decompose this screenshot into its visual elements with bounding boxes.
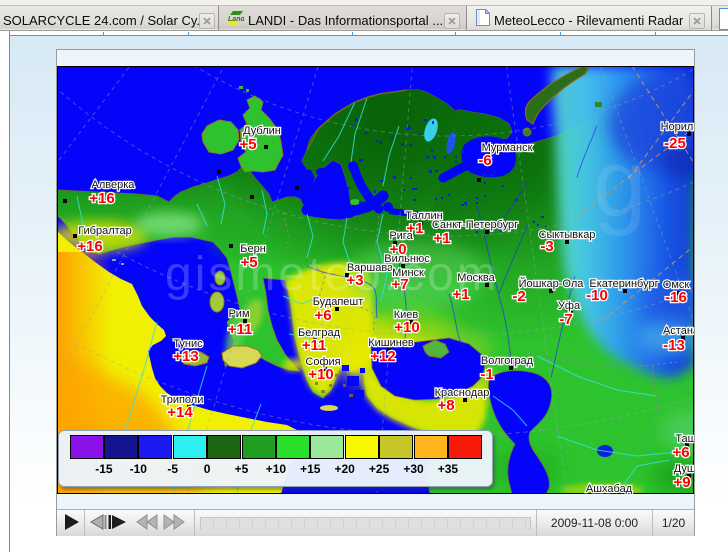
svg-text:+10: +10 <box>308 366 333 383</box>
svg-text:+5: +5 <box>239 136 256 153</box>
svg-text:-25: -25 <box>664 135 686 152</box>
svg-text:+16: +16 <box>89 190 114 207</box>
svg-text:-6: -6 <box>478 152 491 169</box>
svg-text:gismeteo.com: gismeteo.com <box>165 248 500 301</box>
svg-text:-1: -1 <box>480 366 493 383</box>
svg-text:+1: +1 <box>433 230 450 247</box>
svg-text:+10: +10 <box>394 319 419 336</box>
svg-text:+7: +7 <box>391 276 408 293</box>
svg-text:+3: +3 <box>346 272 363 289</box>
svg-text:+5: +5 <box>240 254 257 271</box>
svg-text:+11: +11 <box>228 321 253 338</box>
svg-text:Москва: Москва <box>457 272 495 284</box>
svg-text:Вильнюс: Вильнюс <box>384 253 430 265</box>
svg-text:Астана: Астана <box>663 325 694 337</box>
svg-text:-2: -2 <box>512 288 525 305</box>
svg-text:+14: +14 <box>167 404 193 421</box>
svg-text:+16: +16 <box>77 238 102 255</box>
svg-text:+12: +12 <box>370 348 395 365</box>
svg-text:Рим: Рим <box>228 308 249 320</box>
svg-text:Ашхабад: Ашхабад <box>586 483 633 494</box>
svg-text:+6: +6 <box>314 307 331 324</box>
svg-text:+6: +6 <box>672 444 689 461</box>
svg-text:+11: +11 <box>302 337 327 354</box>
svg-text:Йошкар-Ола: Йошкар-Ола <box>519 277 585 290</box>
svg-text:-10: -10 <box>586 287 608 304</box>
svg-text:-7: -7 <box>559 311 572 328</box>
svg-text:g: g <box>593 130 646 237</box>
svg-text:-16: -16 <box>665 289 687 306</box>
svg-text:-13: -13 <box>663 337 685 354</box>
svg-text:-3: -3 <box>540 238 553 255</box>
svg-text:+13: +13 <box>173 348 198 365</box>
svg-text:+8: +8 <box>437 397 454 414</box>
svg-text:+9: +9 <box>673 474 690 491</box>
svg-text:Норильск: Норильск <box>661 121 694 133</box>
svg-text:Landi: Landi <box>228 16 244 23</box>
svg-text:Гибралтар: Гибралтар <box>78 225 132 237</box>
svg-text:+1: +1 <box>452 286 469 303</box>
